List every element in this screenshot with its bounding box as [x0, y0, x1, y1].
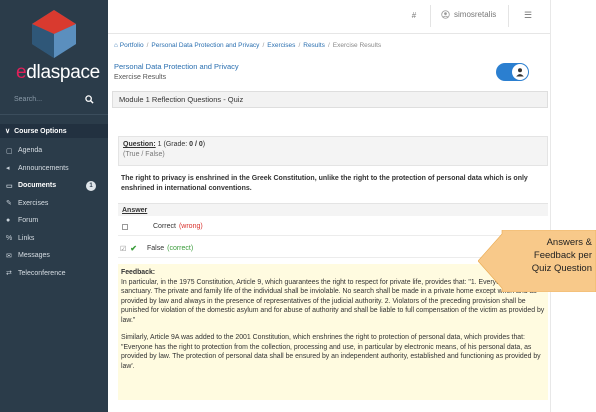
annotation-callout: Answers & Feedback per Quiz Question [478, 230, 596, 292]
answer-verdict-correct: (correct) [167, 245, 194, 252]
sidebar-item-forum[interactable]: ● Forum [0, 212, 108, 230]
link-icon: % [6, 234, 13, 242]
sidebar-item-label: Links [18, 234, 35, 242]
question-label: Question: [123, 141, 156, 148]
sidebar-item-documents[interactable]: ▭ Documents 1 [0, 177, 108, 195]
envelope-icon: ✉ [6, 252, 12, 260]
quiz-title-bar: Module 1 Reflection Questions - Quiz [112, 91, 548, 108]
sidebar-item-label: Documents [18, 182, 57, 190]
callout-text: Answers & Feedback per Quiz Question [510, 236, 594, 275]
sidebar-divider [0, 114, 108, 115]
brand-accent: e [16, 62, 27, 83]
home-icon[interactable]: # [405, 11, 423, 25]
sidebar: edlaspace Search... ∨ Course Options ▢ A… [0, 0, 108, 412]
search-box[interactable]: Search... [14, 92, 94, 106]
logo-icon[interactable] [30, 8, 78, 60]
student-view-icon [516, 68, 524, 77]
search-input[interactable]: Search... [14, 96, 42, 103]
exchange-icon: ⇄ [6, 270, 12, 278]
sidebar-item-messages[interactable]: ✉ Messages [0, 247, 108, 265]
callout-line: Feedback per [533, 250, 592, 262]
calendar-icon: ▢ [6, 147, 13, 155]
question-line: Question: 1 (Grade: 0 / 0) [123, 141, 543, 148]
username: simosretalis [454, 10, 497, 19]
checkbox-empty-icon [122, 223, 128, 230]
answer-label: False [146, 245, 165, 252]
answer-verdict-wrong: (wrong) [178, 223, 203, 230]
edit-icon: ✎ [6, 200, 12, 208]
question-number: 1 [157, 141, 162, 148]
topbar-divider [508, 5, 509, 27]
grade-suffix: ) [202, 141, 206, 148]
documents-count-badge: 1 [86, 181, 96, 191]
feedback-paragraph: Similarly, Article 9A was added to the 2… [121, 334, 541, 370]
chevron-down-icon: ∨ [5, 128, 11, 135]
folder-icon: ▭ [6, 182, 13, 190]
comments-icon: ● [6, 217, 11, 225]
callout-line: Quiz Question [531, 263, 592, 275]
megaphone-icon: ◂ [6, 165, 10, 173]
question-header: Question: 1 (Grade: 0 / 0) (True / False… [118, 136, 548, 166]
sliders-icon[interactable]: ☰ [524, 10, 532, 21]
top-bar: # simosretalis ☰ [108, 0, 550, 34]
check-icon: ✔ [130, 244, 137, 253]
sidebar-item-links[interactable]: % Links [0, 230, 108, 248]
logo-area: edlaspace [0, 0, 108, 92]
course-options-header[interactable]: ∨ Course Options [0, 124, 108, 138]
question-type: (True / False) [123, 151, 165, 158]
breadcrumb-item-results[interactable]: Results [303, 42, 325, 49]
breadcrumb-item-exercises[interactable]: Exercises [267, 42, 295, 49]
sidebar-item-label: Messages [18, 252, 50, 260]
sidebar-item-label: Teleconference [18, 269, 66, 277]
breadcrumb-current: Exercise Results [332, 42, 382, 49]
sidebar-item-label: Exercises [18, 199, 49, 207]
question-text: The right to privacy is enshrined in the… [121, 175, 528, 193]
page-subtitle: Exercise Results [114, 74, 167, 81]
breadcrumb-item-portfolio[interactable]: Portfolio [120, 42, 144, 49]
quiz-title: Module 1 Reflection Questions - Quiz [119, 95, 244, 104]
course-options-label: Course Options [14, 127, 67, 135]
answer-label: Answer [122, 206, 148, 214]
sidebar-item-exercises[interactable]: ✎ Exercises [0, 195, 108, 213]
search-icon[interactable] [85, 94, 94, 104]
user-icon [441, 10, 450, 19]
view-toggle[interactable] [496, 63, 529, 81]
sidebar-item-label: Announcements [18, 164, 69, 172]
checkbox-checked-icon: ☑ [120, 245, 127, 253]
sidebar-item-teleconference[interactable]: ⇄ Teleconference [0, 265, 108, 283]
brand-logo[interactable]: edlaspace [16, 62, 100, 84]
sidebar-item-label: Agenda [18, 147, 43, 155]
topbar-divider [430, 5, 431, 27]
toggle-knob [512, 64, 528, 80]
question-grade: 0 / 0 [189, 141, 203, 148]
grade-prefix: (Grade: [163, 141, 190, 148]
content-edge [550, 0, 551, 412]
sidebar-nav: ▢ Agenda ◂ Announcements ▭ Documents 1 ✎… [0, 142, 108, 282]
sidebar-item-agenda[interactable]: ▢ Agenda [0, 142, 108, 160]
user-menu[interactable]: simosretalis [441, 10, 496, 19]
answer-header: Answer [118, 203, 548, 216]
page-title[interactable]: Personal Data Protection and Privacy [114, 62, 239, 71]
breadcrumb: ⌂ Portfolio / Personal Data Protection and… [114, 42, 382, 49]
sidebar-item-announcements[interactable]: ◂ Announcements [0, 160, 108, 178]
brand-rest: dlaspace [26, 62, 100, 83]
breadcrumb-item-course[interactable]: Personal Data Protection and Privacy [151, 42, 259, 49]
answer-label: Correct [153, 223, 176, 230]
callout-line: Answers & [546, 237, 592, 248]
sidebar-item-label: Forum [18, 217, 39, 225]
